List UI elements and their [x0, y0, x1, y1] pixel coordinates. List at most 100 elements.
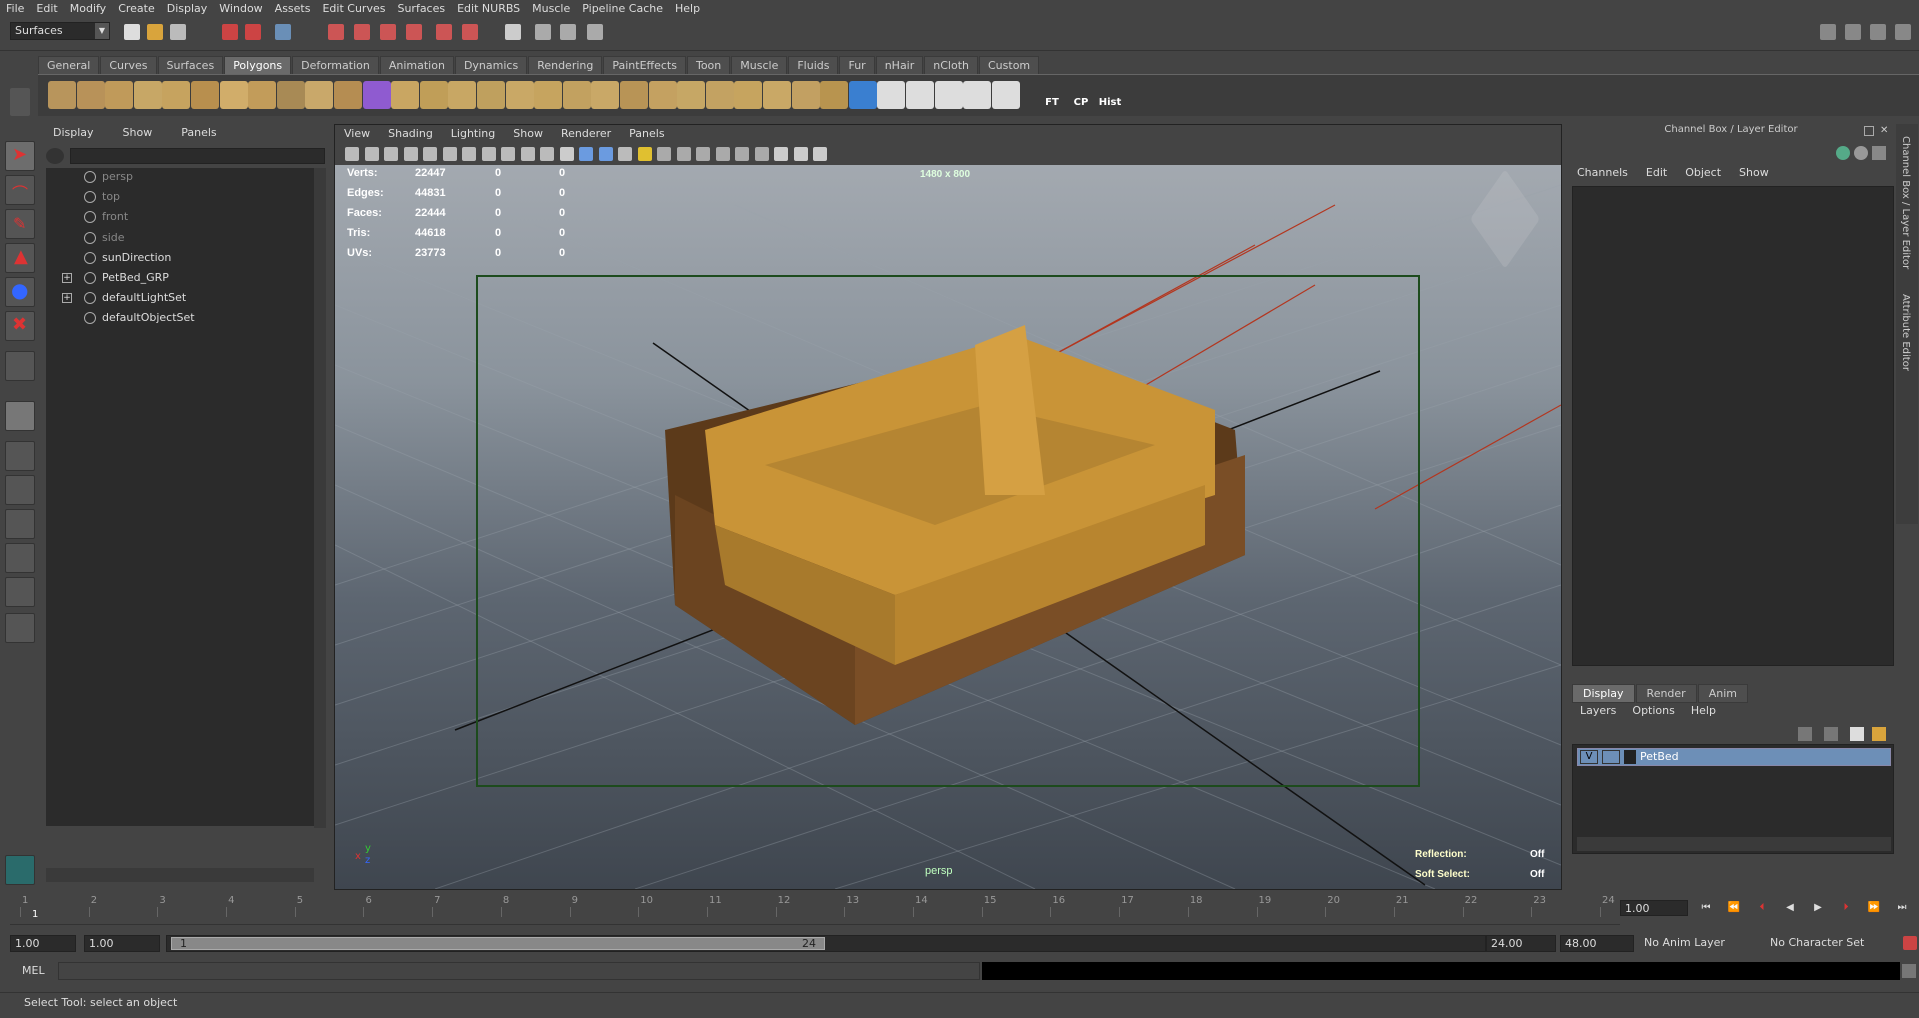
uv-layout-icon[interactable]	[963, 81, 992, 109]
petbed-model[interactable]	[335, 165, 1561, 889]
render-view-icon[interactable]	[505, 24, 521, 40]
menu-create[interactable]: Create	[112, 2, 161, 15]
insert-loop-icon[interactable]	[677, 81, 706, 109]
expand-icon[interactable]: +	[62, 273, 72, 283]
playback-end-field[interactable]: 24.00	[1486, 935, 1556, 952]
split-icon[interactable]	[648, 81, 677, 109]
poly-pipe-icon[interactable]	[248, 81, 277, 109]
add-to-layer-icon[interactable]	[1872, 727, 1886, 741]
shelf-tab-fur[interactable]: Fur	[839, 56, 875, 74]
persp-outliner-layout-icon[interactable]	[5, 475, 35, 505]
merge-icon[interactable]	[763, 81, 791, 109]
speed-icon[interactable]	[1854, 146, 1868, 160]
menu-set-dropdown[interactable]: Surfaces ▼	[10, 22, 110, 40]
step-forward-key-icon[interactable]: ⏩	[1866, 902, 1882, 916]
camera-attr-icon[interactable]	[364, 147, 379, 161]
viewport-menu-show[interactable]: Show	[504, 125, 552, 143]
poly-platonic-icon[interactable]	[362, 81, 391, 109]
layer-row[interactable]: V PetBed	[1577, 748, 1891, 766]
outliner-item-side[interactable]: side	[46, 229, 314, 247]
float-panel-icon[interactable]	[1864, 126, 1874, 136]
lasso-tool-icon[interactable]: ⌒	[5, 175, 35, 205]
shelf-tab-custom[interactable]: Custom	[979, 56, 1040, 74]
new-scene-icon[interactable]	[124, 24, 140, 40]
shelf-tab-curves[interactable]: Curves	[100, 56, 157, 74]
render-settings-icon[interactable]	[587, 24, 603, 40]
smooth-icon[interactable]	[448, 81, 477, 109]
bridge-icon[interactable]	[591, 81, 620, 109]
layer-menu-options[interactable]: Options	[1624, 704, 1682, 717]
use-lights-icon[interactable]	[637, 147, 652, 161]
menu-modify[interactable]: Modify	[64, 2, 112, 15]
xray-joints-icon[interactable]	[793, 147, 808, 161]
script-editor-icon[interactable]	[1902, 964, 1916, 978]
outliner-search-input[interactable]	[70, 148, 325, 164]
shelf-tab-painteffects[interactable]: PaintEffects	[603, 56, 686, 74]
start-time-field[interactable]: 1.00	[10, 935, 76, 952]
viewport-menu-shading[interactable]: Shading	[379, 125, 442, 143]
layer-visibility-toggle[interactable]: V	[1580, 750, 1598, 764]
textured-icon[interactable]	[618, 147, 632, 161]
menu-edit[interactable]: Edit	[30, 2, 63, 15]
motion-blur-icon[interactable]	[696, 147, 710, 161]
safe-action-icon[interactable]	[520, 147, 535, 161]
snap-view-icon[interactable]	[406, 24, 422, 40]
separate-icon[interactable]	[419, 81, 448, 109]
select-object-icon[interactable]	[245, 24, 261, 40]
close-panel-icon[interactable]: ✕	[1880, 126, 1890, 136]
viewport-menu-lighting[interactable]: Lighting	[442, 125, 504, 143]
shelf-tab-surfaces[interactable]: Surfaces	[157, 56, 224, 74]
scale-tool-icon[interactable]: ✖	[5, 311, 35, 341]
outliner-item-top[interactable]: top	[46, 188, 314, 206]
offset-loop-icon[interactable]	[705, 81, 734, 109]
open-scene-icon[interactable]	[147, 24, 163, 40]
sculpt-icon[interactable]	[848, 81, 877, 109]
channel-menu-channels[interactable]: Channels	[1568, 166, 1637, 184]
shadows-icon[interactable]	[657, 147, 671, 161]
layer-menu-layers[interactable]: Layers	[1572, 704, 1624, 717]
paint-select-tool-icon[interactable]: ✎	[5, 209, 35, 239]
save-scene-icon[interactable]	[170, 24, 186, 40]
four-view-layout-icon[interactable]	[5, 441, 35, 471]
channel-menu-show[interactable]: Show	[1730, 166, 1778, 184]
play-forwards-icon[interactable]: ▶	[1810, 902, 1826, 916]
grease-pencil-icon[interactable]	[423, 147, 437, 161]
menu-file[interactable]: File	[0, 2, 30, 15]
magnet-icon[interactable]	[462, 24, 478, 40]
snap-grid-icon[interactable]	[328, 24, 344, 40]
outliner-item-sundirection[interactable]: sunDirection	[46, 249, 314, 267]
shelf-tab-deformation[interactable]: Deformation	[292, 56, 379, 74]
outliner-vertical-scrollbar[interactable]	[314, 168, 326, 828]
channel-menu-edit[interactable]: Edit	[1637, 166, 1676, 184]
menu-edit-nurbs[interactable]: Edit NURBS	[451, 2, 526, 15]
play-backwards-icon[interactable]: ◀	[1782, 902, 1798, 916]
outliner-item-defaultobjectset[interactable]: defaultObjectSet	[46, 309, 314, 327]
menu-display[interactable]: Display	[161, 2, 214, 15]
viewport-menu-panels[interactable]: Panels	[620, 125, 673, 143]
shelf-tab-nhair[interactable]: nHair	[875, 56, 924, 74]
step-forward-frame-icon[interactable]: ⏵	[1838, 902, 1854, 916]
poly-prism-icon[interactable]	[334, 81, 362, 109]
wireframe-icon[interactable]	[559, 147, 574, 161]
depth-of-field-icon[interactable]	[735, 147, 749, 161]
anim-layer-dropdown[interactable]: No Anim Layer	[1640, 935, 1766, 952]
toggle-layout-icon[interactable]	[1895, 24, 1911, 40]
menu-help[interactable]: Help	[669, 2, 706, 15]
character-set-dropdown[interactable]: No Character Set	[1766, 935, 1898, 952]
shelf-options-gear-icon[interactable]	[10, 88, 30, 116]
isolate-select-icon[interactable]	[754, 147, 769, 161]
shelf-cp-icon[interactable]: CP	[1067, 81, 1095, 109]
xray-icon[interactable]	[774, 147, 788, 161]
menu-window[interactable]: Window	[213, 2, 268, 15]
new-layer-selected-icon[interactable]	[1850, 727, 1864, 741]
select-tool-icon[interactable]: ➤	[5, 141, 35, 171]
outliner-menu-display[interactable]: Display	[38, 124, 108, 142]
select-component-icon[interactable]	[275, 24, 291, 40]
extract-icon[interactable]	[477, 81, 505, 109]
single-perspective-layout-icon[interactable]	[5, 401, 35, 431]
anim-prefs-icon[interactable]	[1903, 936, 1917, 950]
image-plane-icon[interactable]	[403, 147, 418, 161]
range-slider-handle[interactable]: 1 24	[171, 937, 825, 950]
field-chart-icon[interactable]	[501, 147, 515, 161]
shelf-tab-fluids[interactable]: Fluids	[788, 56, 839, 74]
